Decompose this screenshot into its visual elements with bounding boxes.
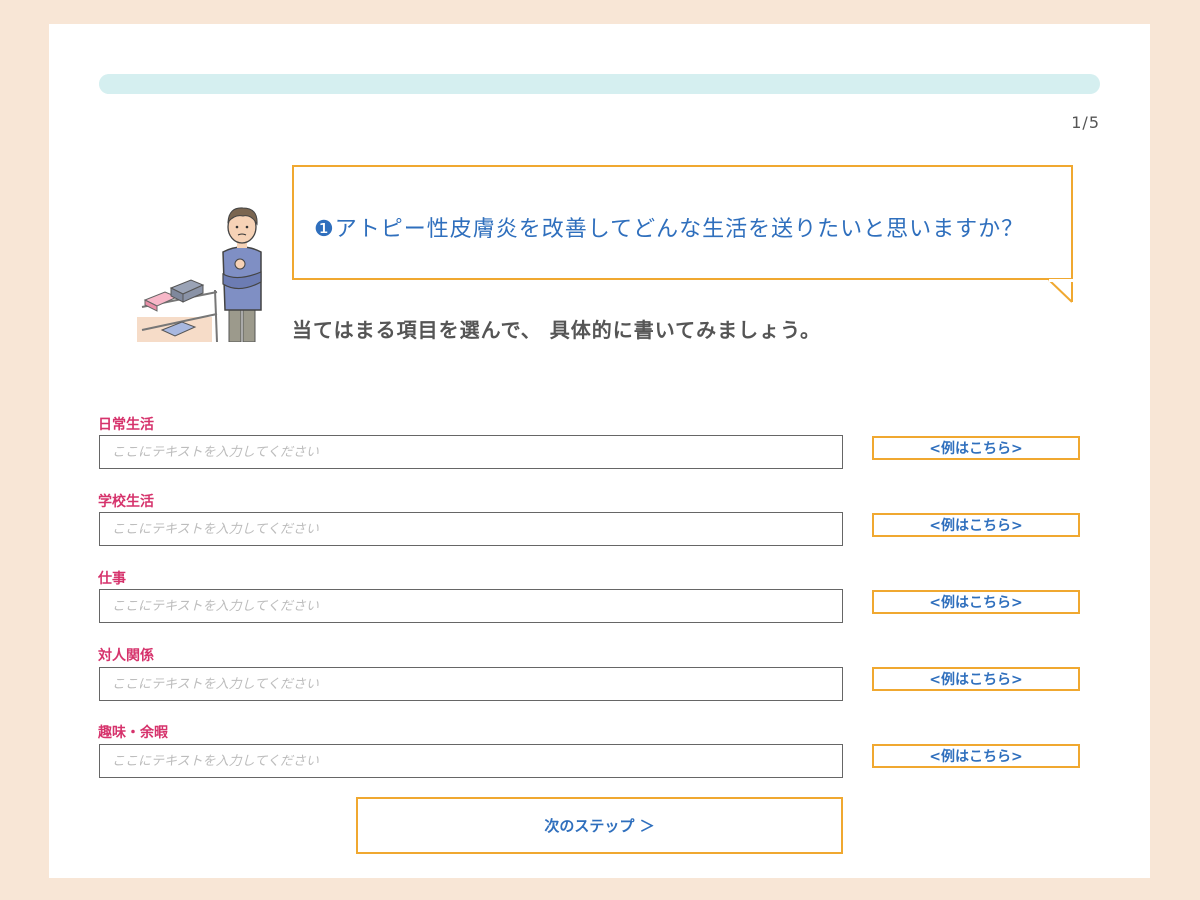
field-label-daily-life: 日常生活 — [98, 417, 154, 433]
survey-card: 1/5 ❶アトピー性皮膚炎を改善してどんな生活を送りたいと思いますか？ 当てはま… — [49, 24, 1150, 878]
relationships-example-button[interactable]: <例はこちら> — [872, 667, 1080, 691]
field-label-relationships: 対人関係 — [98, 648, 154, 664]
page-counter: 1/5 — [1071, 113, 1100, 132]
progress-bar — [99, 74, 1100, 94]
daily-life-example-button[interactable]: <例はこちら> — [872, 436, 1080, 460]
question-text: ❶アトピー性皮膚炎を改善してどんな生活を送りたいと思いますか？ — [314, 217, 1025, 242]
instruction-text: 当てはまる項目を選んで、 具体的に書いてみましょう。 — [292, 318, 821, 342]
daily-life-input[interactable] — [99, 435, 843, 469]
school-life-input[interactable] — [99, 512, 843, 546]
relationships-input[interactable] — [99, 667, 843, 701]
progress-bar-fill — [99, 74, 300, 94]
work-example-button[interactable]: <例はこちら> — [872, 590, 1080, 614]
question-bubble: ❶アトピー性皮膚炎を改善してどんな生活を送りたいと思いますか？ — [292, 165, 1074, 303]
work-input[interactable] — [99, 589, 843, 623]
next-step-button[interactable]: 次のステップ ＞ — [356, 797, 843, 854]
field-label-work: 仕事 — [98, 571, 126, 587]
hobbies-example-button[interactable]: <例はこちら> — [872, 744, 1080, 768]
hobbies-input[interactable] — [99, 744, 843, 778]
field-label-hobbies: 趣味・余暇 — [98, 725, 168, 741]
school-life-example-button[interactable]: <例はこちら> — [872, 513, 1080, 537]
field-label-school-life: 学校生活 — [98, 494, 154, 510]
thinking-person-illustration — [137, 207, 262, 342]
